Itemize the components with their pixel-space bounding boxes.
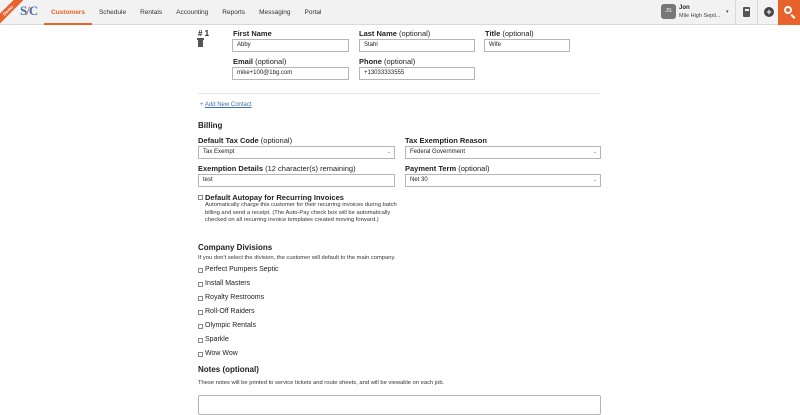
- search-button[interactable]: [778, 0, 800, 25]
- division-label: Olympic Rentals: [205, 322, 256, 329]
- logo-mark-a: S: [20, 3, 27, 18]
- title-input[interactable]: Wife: [484, 39, 570, 52]
- plus-icon: +: [200, 102, 204, 108]
- nav-reports[interactable]: Reports: [215, 0, 252, 25]
- autopay-checkbox[interactable]: [198, 195, 203, 200]
- search-icon: [784, 6, 792, 14]
- last-name-label-text: Last Name: [359, 29, 397, 38]
- tax-code-optional: (optional): [260, 136, 293, 145]
- division-checkbox[interactable]: [198, 282, 203, 287]
- title-label-text: Title: [485, 29, 501, 38]
- nav-menu: Customers Schedule Rentals Accounting Re…: [44, 0, 328, 25]
- exemption-details-label-text: Exemption Details: [198, 164, 264, 173]
- title-optional: (optional): [502, 29, 534, 38]
- payment-term-value: Net 30: [410, 177, 428, 183]
- phone-label: Phone (optional): [359, 57, 415, 66]
- division-checkbox[interactable]: [198, 338, 203, 343]
- user-menu[interactable]: JS Jon Mile High Septi... ▾: [659, 3, 735, 22]
- user-company: Mile High Septi...: [679, 13, 721, 19]
- notes-heading: Notes (optional): [198, 365, 259, 374]
- add-contact-link[interactable]: + Add New Contact: [200, 102, 252, 108]
- payment-term-label-text: Payment Term: [405, 164, 457, 173]
- payment-term-label: Payment Term (optional): [405, 164, 490, 173]
- add-contact-label: Add New Contact: [204, 102, 252, 108]
- phone-input[interactable]: +13033333555: [359, 67, 475, 80]
- logo-mark-b: C: [28, 3, 38, 18]
- contact-number: # 1: [198, 29, 210, 38]
- top-nav: Demo S/C Customers Schedule Rentals Acco…: [0, 0, 800, 25]
- add-circle-icon: +: [764, 7, 774, 17]
- division-label: Perfect Pumpers Septic: [205, 266, 279, 273]
- divisions-note: If you don't select the division, the cu…: [198, 255, 396, 261]
- logo-mark: S/C: [20, 3, 38, 18]
- chevron-down-icon: ⌄: [386, 149, 391, 155]
- division-label: Wow Wow: [205, 350, 238, 357]
- exemption-details-remaining: (12 character(s) remaining): [265, 164, 356, 173]
- email-label-text: Email: [233, 57, 254, 66]
- trash-icon[interactable]: [197, 38, 204, 47]
- division-label: Install Masters: [205, 280, 251, 287]
- last-name-label: Last Name (optional): [359, 29, 430, 38]
- email-label: Email (optional): [233, 57, 286, 66]
- chevron-down-icon: ⌄: [592, 177, 597, 183]
- phone-optional: (optional): [384, 57, 416, 66]
- notes-note: These notes will be printed to service t…: [198, 380, 445, 386]
- email-input[interactable]: mike+100@1bg.com: [232, 67, 349, 80]
- add-button[interactable]: +: [757, 0, 779, 25]
- notes-textarea[interactable]: [198, 395, 601, 415]
- division-checkbox[interactable]: [198, 352, 203, 357]
- division-label: Sparkle: [205, 336, 229, 343]
- exemption-details-input[interactable]: test: [198, 174, 395, 187]
- division-checkbox[interactable]: [198, 296, 203, 301]
- payment-term-select[interactable]: Net 30 ⌄: [405, 174, 601, 187]
- calculator-button[interactable]: [735, 0, 757, 25]
- nav-accounting[interactable]: Accounting: [169, 0, 215, 25]
- billing-heading: Billing: [198, 121, 223, 130]
- phone-label-text: Phone: [359, 57, 382, 66]
- last-name-optional: (optional): [399, 29, 431, 38]
- first-name-input[interactable]: Abby: [232, 39, 349, 52]
- chevron-down-icon: ⌄: [592, 149, 597, 155]
- email-optional: (optional): [255, 57, 287, 66]
- payment-term-optional: (optional): [458, 164, 490, 173]
- nav-schedule[interactable]: Schedule: [92, 0, 133, 25]
- nav-rentals[interactable]: Rentals: [133, 0, 169, 25]
- tax-code-value: Tax Exempt: [203, 149, 235, 155]
- nav-customers[interactable]: Customers: [44, 0, 92, 25]
- tax-code-select[interactable]: Tax Exempt ⌄: [198, 146, 395, 159]
- avatar: JS: [661, 4, 676, 19]
- division-checkbox[interactable]: [198, 324, 203, 329]
- division-label: Roll-Off Raiders: [205, 308, 255, 315]
- nav-messaging[interactable]: Messaging: [252, 0, 297, 25]
- tax-exemption-value: Federal Government: [410, 149, 466, 155]
- autopay-description: Automatically charge this customer for t…: [205, 202, 397, 224]
- division-label: Royalty Restrooms: [205, 294, 265, 301]
- division-checkbox[interactable]: [198, 268, 203, 273]
- section-divider: [198, 93, 600, 94]
- caret-down-icon: ▾: [726, 9, 729, 15]
- calculator-icon: [743, 7, 750, 17]
- division-checkbox[interactable]: [198, 310, 203, 315]
- tax-exemption-select[interactable]: Federal Government ⌄: [405, 146, 601, 159]
- last-name-input[interactable]: Stahl: [359, 39, 475, 52]
- tax-code-label-text: Default Tax Code: [198, 136, 259, 145]
- title-label: Title (optional): [485, 29, 534, 38]
- divisions-heading: Company Divisions: [198, 243, 273, 252]
- nav-portal[interactable]: Portal: [298, 0, 329, 25]
- user-name: Jon: [679, 5, 690, 11]
- tax-exemption-label: Tax Exemption Reason: [405, 136, 487, 145]
- autopay-label: Default Autopay for Recurring Invoices: [205, 193, 344, 202]
- app-logo[interactable]: Demo S/C: [0, 0, 44, 25]
- tax-code-label: Default Tax Code (optional): [198, 136, 292, 145]
- exemption-details-label: Exemption Details (12 character(s) remai…: [198, 164, 356, 173]
- first-name-label: First Name: [233, 29, 272, 38]
